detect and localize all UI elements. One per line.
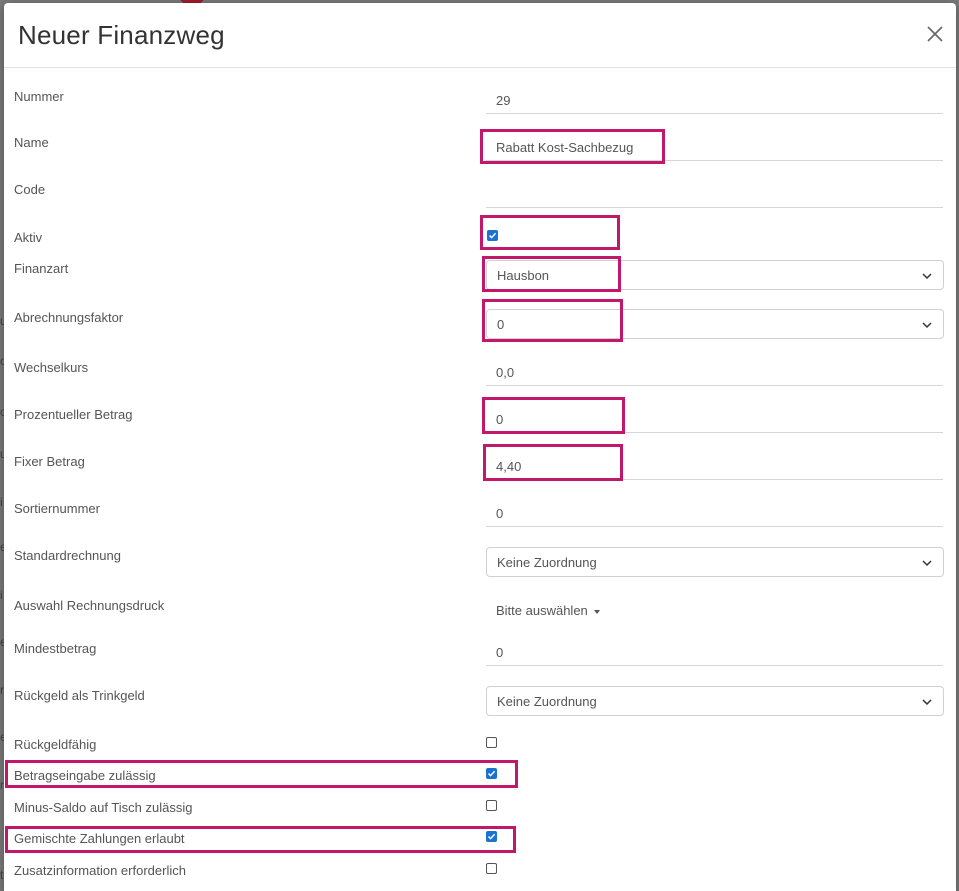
- finanzweg-dialog: Neuer Finanzweg Nummer 29 Name Rabatt Ko…: [4, 3, 956, 891]
- code-input[interactable]: [486, 178, 943, 208]
- caret-down-icon: [593, 609, 600, 614]
- label-finanzart: Finanzart: [14, 261, 69, 276]
- aktiv-checkbox[interactable]: [487, 230, 498, 241]
- label-auswahl-rechnungsdruck: Auswahl Rechnungsdruck: [14, 598, 165, 613]
- mindestbetrag-input[interactable]: 0: [486, 636, 943, 666]
- sortiernummer-value: 0: [496, 506, 504, 521]
- chevron-down-icon: [922, 560, 932, 567]
- label-betragseingabe: Betragseingabe zulässig: [14, 768, 156, 783]
- label-mindestbetrag: Mindestbetrag: [14, 641, 97, 656]
- label-standardrechnung: Standardrechnung: [14, 548, 121, 563]
- nummer-value: 29: [496, 93, 511, 108]
- nummer-input[interactable]: 29: [486, 84, 943, 114]
- rueckgeld-trinkgeld-select[interactable]: Keine Zuordnung: [486, 686, 944, 716]
- finanzart-value: Hausbon: [497, 268, 550, 283]
- rechnungsdruck-dropdown[interactable]: Bitte auswählen: [496, 603, 600, 618]
- finanzart-select[interactable]: Hausbon: [486, 260, 944, 290]
- checkmark-icon: [488, 232, 497, 239]
- prozentueller-betrag-input[interactable]: 0: [486, 403, 943, 433]
- rueckgeldfaehig-checkbox[interactable]: [486, 737, 497, 748]
- wechselkurs-input[interactable]: 0,0: [486, 356, 943, 386]
- name-input[interactable]: Rabatt Kost-Sachbezug: [486, 131, 943, 161]
- rueckgeld-trinkgeld-value: Keine Zuordnung: [497, 694, 597, 709]
- standardrechnung-select[interactable]: Keine Zuordnung: [486, 547, 944, 577]
- standardrechnung-value: Keine Zuordnung: [497, 555, 597, 570]
- chevron-down-icon: [922, 322, 932, 329]
- abrechnungsfaktor-value: 0: [497, 317, 505, 332]
- betragseingabe-checkbox[interactable]: [486, 768, 497, 779]
- minus-saldo-checkbox[interactable]: [486, 800, 497, 811]
- prozentueller-betrag-value: 0: [496, 412, 504, 427]
- zusatzinformation-checkbox[interactable]: [486, 863, 497, 874]
- mindestbetrag-value: 0: [496, 645, 504, 660]
- label-gemischte-zahlungen: Gemischte Zahlungen erlaubt: [14, 831, 185, 846]
- close-button[interactable]: [924, 23, 946, 45]
- label-fixer-betrag: Fixer Betrag: [14, 454, 85, 469]
- checkmark-icon: [487, 770, 496, 777]
- label-code: Code: [14, 182, 46, 197]
- label-wechselkurs: Wechselkurs: [14, 360, 89, 375]
- label-rueckgeldfaehig: Rückgeldfähig: [14, 737, 97, 752]
- name-value: Rabatt Kost-Sachbezug: [496, 140, 634, 155]
- rechnungsdruck-value: Bitte auswählen: [496, 603, 588, 618]
- label-abrechnungsfaktor: Abrechnungsfaktor: [14, 310, 124, 325]
- chevron-down-icon: [922, 273, 932, 280]
- sortiernummer-input[interactable]: 0: [486, 497, 943, 527]
- label-zusatzinformation: Zusatzinformation erforderlich: [14, 863, 186, 878]
- label-aktiv: Aktiv: [14, 230, 43, 245]
- label-prozentueller-betrag: Prozentueller Betrag: [14, 407, 133, 422]
- dialog-header: Neuer Finanzweg: [4, 3, 956, 68]
- label-sortiernummer: Sortiernummer: [14, 501, 100, 516]
- fixer-betrag-input[interactable]: 4,40: [486, 450, 943, 480]
- abrechnungsfaktor-select[interactable]: 0: [486, 309, 944, 339]
- close-icon: [927, 26, 943, 42]
- fixer-betrag-value: 4,40: [496, 459, 522, 474]
- wechselkurs-value: 0,0: [496, 365, 515, 380]
- label-minus-saldo: Minus-Saldo auf Tisch zulässig: [14, 800, 193, 815]
- chevron-down-icon: [922, 699, 932, 706]
- label-nummer: Nummer: [14, 89, 64, 104]
- dialog-title: Neuer Finanzweg: [18, 20, 225, 50]
- checkmark-icon: [487, 833, 496, 840]
- label-rueckgeld-trinkgeld: Rückgeld als Trinkgeld: [14, 688, 145, 703]
- gemischte-zahlungen-checkbox[interactable]: [486, 831, 497, 842]
- label-name: Name: [14, 135, 49, 150]
